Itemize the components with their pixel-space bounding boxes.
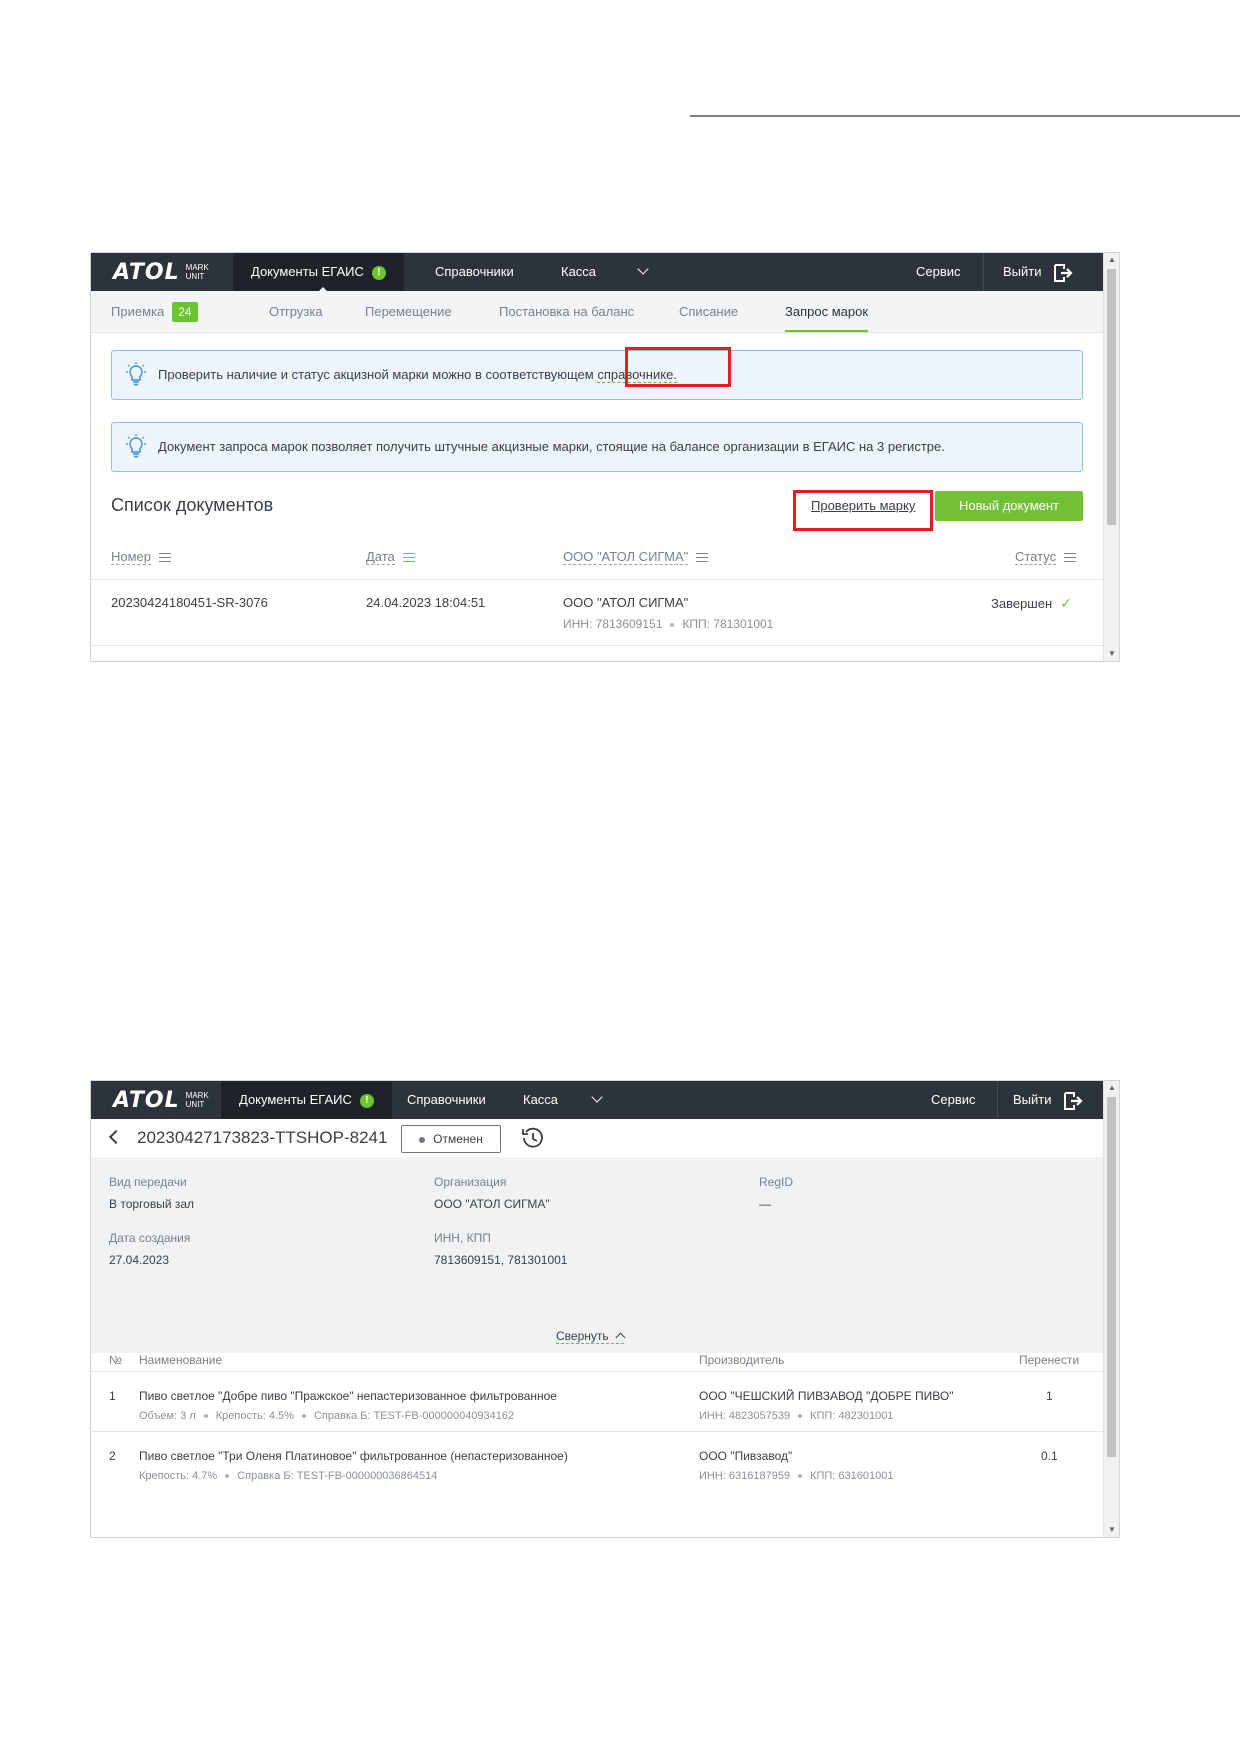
screenshot-requests-list: ATOL MARK UNIT Документы ЕГАИС! Справочни…	[90, 252, 1120, 662]
nav-documents-egais[interactable]: Документы ЕГАИС!	[221, 1081, 392, 1119]
row-product-details: Объем: 3 л Крепость: 4.5% Справка Б: TEST-…	[139, 1410, 515, 1422]
row-num: 1	[109, 1389, 116, 1403]
alert-icon: !	[359, 1093, 374, 1108]
documents-list-title: Список документов	[111, 495, 274, 515]
logo-wordmark: ATOL	[113, 1087, 180, 1113]
row-producer-inn-kpp: ИНН: 4823057539 КПП: 482301001	[699, 1410, 894, 1422]
nav-references[interactable]: Справочники	[435, 253, 514, 291]
new-document-button[interactable]: Новый документ	[935, 491, 1083, 521]
atol-logo[interactable]: ATOL MARK UNIT	[113, 253, 209, 291]
created-date-value: 27.04.2023	[109, 1253, 170, 1267]
transfer-type-value: В торговый зал	[109, 1197, 195, 1211]
transfer-type-label: Вид передачи	[109, 1175, 187, 1189]
column-number[interactable]: Номер	[111, 549, 172, 565]
back-arrow-icon[interactable]	[108, 1129, 124, 1145]
chevron-up-icon	[615, 1332, 626, 1343]
inn-kpp-value: 7813609151, 781301001	[434, 1253, 568, 1267]
created-date-label: Дата создания	[109, 1231, 191, 1245]
collapse-toggle[interactable]: Свернуть	[556, 1329, 626, 1344]
row-product-name: Пиво светлое "Три Оленя Платиновое" филь…	[139, 1449, 568, 1463]
document-type-tabs: Приемка 24 Отгрузка Перемещение Постановк…	[91, 291, 1103, 333]
top-navigation: ATOL MARK UNIT Документы ЕГАИС! Справочни…	[91, 1081, 1103, 1119]
row-inn-kpp: ИНН: 7813609151 КПП: 781301001	[563, 617, 774, 631]
row-producer: ООО "Пивзавод"	[699, 1449, 793, 1463]
column-num: №	[109, 1353, 122, 1367]
row-product-details: Крепость: 4.7% Справка Б: TEST-FB-0000000…	[139, 1470, 438, 1482]
scrollbar[interactable]: ▲ ▼	[1103, 253, 1119, 661]
nav-service[interactable]: Сервис	[931, 1081, 976, 1119]
history-icon[interactable]	[521, 1126, 545, 1150]
priemka-count-badge: 24	[172, 302, 198, 322]
logo-subtitle: MARK UNIT	[185, 1091, 209, 1109]
row-producer-inn-kpp: ИНН: 6316187959 КПП: 631601001	[699, 1470, 894, 1482]
nav-references[interactable]: Справочники	[407, 1081, 486, 1119]
column-name: Наименование	[139, 1353, 223, 1367]
column-status[interactable]: Статус	[1015, 549, 1077, 565]
scroll-down-icon[interactable]: ▼	[1104, 1523, 1119, 1537]
highlight-check-mark-button	[793, 490, 933, 531]
organization-value: ООО "АТОЛ СИГМА"	[434, 1197, 550, 1211]
organization-label: Организация	[434, 1175, 507, 1189]
nav-documents-egais[interactable]: Документы ЕГАИС!	[233, 253, 404, 292]
column-menu-icon	[159, 553, 172, 563]
nav-more-chevron-icon[interactable]	[637, 253, 649, 291]
nav-exit[interactable]: Выйти	[1003, 253, 1075, 291]
column-transfer-qty: Перенести	[1019, 1353, 1080, 1367]
column-date[interactable]: Дата	[366, 549, 415, 565]
regid-value: —	[759, 1197, 771, 1211]
top-navigation: ATOL MARK UNIT Документы ЕГАИС! Справочни…	[91, 253, 1103, 292]
row-organization: ООО "АТОЛ СИГМА"	[563, 595, 689, 610]
alert-icon: !	[371, 265, 386, 280]
check-icon: ✓	[1060, 595, 1072, 611]
row-product-name: Пиво светлое "Добре пиво "Пражское" непа…	[139, 1389, 557, 1403]
inn-kpp-label: ИНН, КПП	[434, 1231, 491, 1245]
nav-exit[interactable]: Выйти	[1013, 1081, 1085, 1119]
scroll-up-icon[interactable]: ▲	[1104, 253, 1119, 267]
info-banner-document-description: Документ запроса марок позволяет получит…	[111, 422, 1083, 472]
atol-logo[interactable]: ATOL MARK UNIT	[113, 1081, 209, 1119]
nav-kassa[interactable]: Касса	[523, 1081, 558, 1119]
row-num: 2	[109, 1449, 116, 1463]
scroll-down-icon[interactable]: ▼	[1104, 647, 1119, 661]
highlight-references-link	[625, 347, 731, 387]
tab-otgruzka[interactable]: Отгрузка	[269, 291, 323, 333]
row-number: 20230424180451-SR-3076	[111, 595, 268, 610]
status-badge: Отменен	[401, 1125, 501, 1153]
nav-more-chevron-icon[interactable]	[591, 1081, 603, 1119]
document-number: 20230427173823-TTSHOP-8241	[137, 1128, 388, 1147]
tab-spisanie[interactable]: Списание	[679, 291, 738, 333]
row-status: Завершен ✓	[991, 595, 1072, 611]
column-menu-icon	[696, 553, 709, 563]
regid-label: RegID	[759, 1175, 794, 1189]
row-qty: 1	[1046, 1389, 1053, 1403]
row-producer: ООО "ЧЕШСКИЙ ПИВЗАВОД "ДОБРЕ ПИВО"	[699, 1389, 954, 1403]
screenshot-document-details: ATOL MARK UNIT Документы ЕГАИС! Справочни…	[90, 1080, 1120, 1538]
lightbulb-icon	[126, 434, 146, 458]
document-header: 20230427173823-TTSHOP-8241 Отменен	[91, 1119, 1103, 1157]
row-qty: 0.1	[1041, 1449, 1058, 1463]
header-rule	[690, 115, 1240, 117]
tab-peremeshchenie[interactable]: Перемещение	[365, 291, 452, 333]
logo-wordmark: ATOL	[113, 259, 180, 285]
column-menu-icon	[1064, 553, 1077, 563]
tab-postanovka[interactable]: Постановка на баланс	[499, 291, 634, 333]
logo-subtitle: MARK UNIT	[185, 263, 209, 281]
document-meta-panel: Вид передачи В торговый зал Организация …	[91, 1157, 1103, 1353]
tab-priemka[interactable]: Приемка 24	[111, 291, 198, 333]
lightbulb-icon	[126, 362, 146, 386]
sort-icon	[402, 553, 415, 563]
exit-icon	[1054, 263, 1073, 282]
scroll-thumb[interactable]	[1107, 1097, 1116, 1457]
row-date: 24.04.2023 18:04:51	[366, 595, 486, 610]
nav-service[interactable]: Сервис	[916, 253, 961, 291]
info-banner-check-mark: Проверить наличие и статус акцизной марк…	[111, 350, 1083, 400]
column-producer: Производитель	[699, 1353, 785, 1367]
column-organization[interactable]: ООО "АТОЛ СИГМА"	[563, 549, 709, 565]
scrollbar[interactable]: ▲ ▼	[1103, 1081, 1119, 1537]
scroll-thumb[interactable]	[1107, 269, 1116, 525]
scroll-up-icon[interactable]: ▲	[1104, 1081, 1119, 1095]
nav-kassa[interactable]: Касса	[561, 253, 596, 291]
exit-icon	[1064, 1091, 1083, 1110]
tab-zapros-marok[interactable]: Запрос марок	[785, 291, 869, 332]
